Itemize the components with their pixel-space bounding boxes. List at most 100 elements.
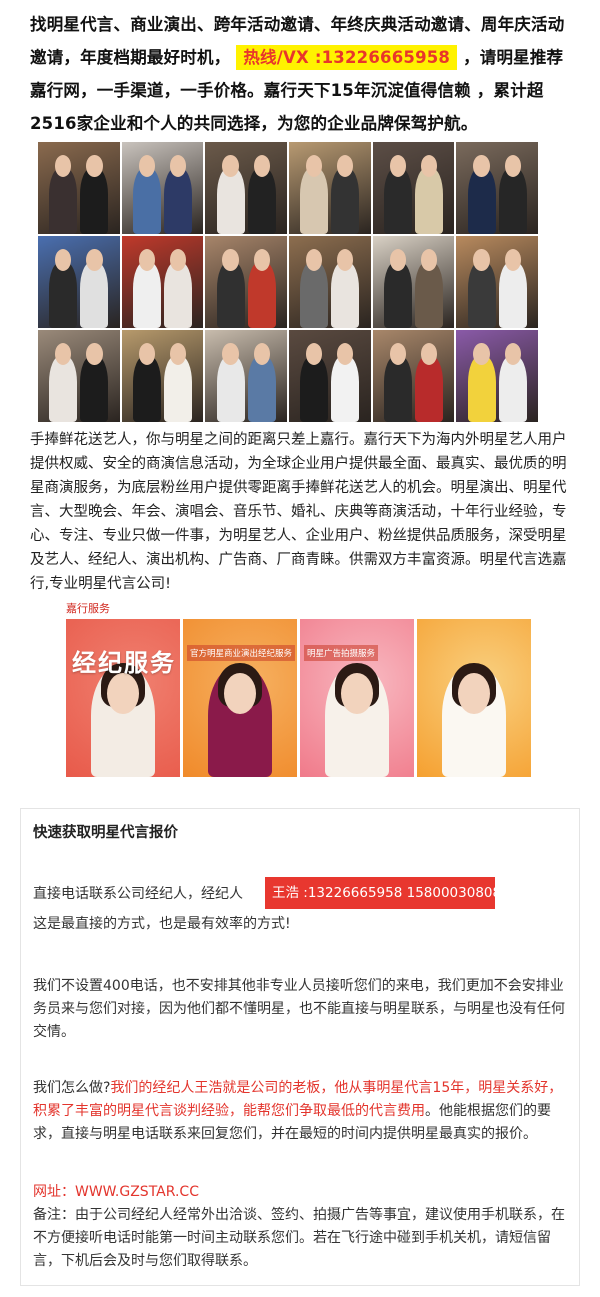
person-figure [49, 167, 78, 234]
person-figure [247, 167, 276, 234]
no-400-paragraph: 我们不设置400电话，也不安排其他非专业人员接听您们的来电，我们更加不会安排业务… [33, 978, 565, 1040]
website-link[interactable]: 网址：WWW.GZSTAR.CC [33, 1181, 573, 1204]
celebrity-photo [38, 330, 120, 422]
model-face [341, 672, 373, 714]
person-figure [80, 167, 109, 234]
how-we-do-paragraph: 我们怎么做?我们的经纪人王浩就是公司的老板，他从事明星代言15年，明星关系好，积… [33, 1077, 573, 1146]
person-head [389, 248, 407, 271]
service-title: 经纪服务 [72, 649, 176, 677]
person-figure [49, 355, 78, 422]
person-head [389, 154, 407, 177]
celebrity-photo [205, 236, 287, 328]
service-subtitle: 明星广告拍摄服务 [304, 645, 379, 661]
celebrity-photo [205, 330, 287, 422]
person-figure [498, 355, 527, 422]
celebrity-photo [288, 236, 371, 328]
person-figure [216, 167, 245, 234]
person-figure [164, 355, 192, 422]
person-figure [415, 167, 443, 234]
service-subtitle: 官方明星商业演出经纪服务 [187, 645, 296, 661]
celebrity-photo [456, 236, 538, 328]
person-figure [467, 167, 496, 234]
person-figure [384, 355, 412, 422]
person-head [138, 154, 156, 177]
person-figure [300, 261, 329, 328]
person-figure [331, 355, 360, 422]
model-face [224, 672, 256, 714]
direct-line: 这是最直接的方式，也是最有效率的方式! [33, 916, 291, 932]
person-figure [80, 261, 109, 328]
person-head [504, 154, 521, 177]
person-figure [133, 355, 161, 422]
person-head [222, 154, 239, 177]
person-head [504, 342, 521, 365]
service-card[interactable]: 经纪服务 [66, 619, 180, 777]
person-figure [247, 355, 276, 422]
celebrity-photo [121, 330, 204, 422]
person-figure [331, 261, 360, 328]
service-card[interactable]: 明星广告拍摄服务 [300, 619, 414, 777]
celebrity-photo [38, 142, 120, 234]
person-head [86, 248, 103, 271]
person-figure [216, 261, 245, 328]
person-figure [300, 355, 329, 422]
person-figure [133, 167, 161, 234]
person-figure [384, 261, 412, 328]
celebrity-photo [372, 142, 455, 234]
celebrity-photo-grid [38, 142, 538, 422]
person-figure [331, 167, 360, 234]
quote-panel: 快速获取明星代言报价 直接电话联系公司经纪人，经纪人 王浩 :132266659… [20, 808, 580, 1286]
person-head [169, 342, 187, 365]
celebrity-photo [288, 142, 371, 234]
person-head [420, 342, 438, 365]
person-head [253, 154, 270, 177]
celebrity-photo [372, 330, 455, 422]
person-head [138, 248, 156, 271]
person-figure [300, 167, 329, 234]
agent-phone-badge: 王浩 :13226665958 15800030808 [265, 877, 501, 909]
person-head [169, 248, 187, 271]
how-question: 我们怎么做? [33, 1080, 111, 1096]
person-head [504, 248, 521, 271]
celebrity-photo [205, 142, 287, 234]
person-head [389, 342, 407, 365]
celebrity-photo [121, 236, 204, 328]
person-figure [133, 261, 161, 328]
person-head [420, 248, 438, 271]
person-head [473, 248, 490, 271]
service-card[interactable] [417, 619, 531, 777]
company-description: 手捧鲜花送艺人，你与明星之间的距离只差上嘉行。嘉行天下为海内外明星艺人用户提供权… [30, 432, 567, 592]
person-figure [216, 355, 245, 422]
model-face [107, 672, 139, 714]
model-face [458, 672, 490, 714]
celebrity-photo [456, 330, 538, 422]
person-figure [164, 261, 192, 328]
person-figure [384, 167, 412, 234]
services-banner-row: 经纪服务 官方明星商业演出经纪服务 明星广告拍摄服务 [66, 619, 531, 777]
person-head [138, 342, 156, 365]
celebrity-photo [456, 142, 538, 234]
person-head [473, 154, 490, 177]
person-head [253, 248, 270, 271]
person-figure [467, 261, 496, 328]
person-head [222, 342, 239, 365]
person-figure [498, 261, 527, 328]
person-head [86, 154, 103, 177]
person-head [420, 154, 438, 177]
service-card[interactable]: 官方明星商业演出经纪服务 [183, 619, 297, 777]
celebrity-photo [121, 142, 204, 234]
person-figure [247, 261, 276, 328]
person-head [473, 342, 490, 365]
person-head [222, 248, 239, 271]
person-head [253, 342, 270, 365]
celebrity-photo [372, 236, 455, 328]
person-head [169, 154, 187, 177]
hotline-highlight: 热线/VX :13226665958 [236, 45, 458, 70]
celebrity-photo [288, 330, 371, 422]
note-paragraph: 备注：由于公司经纪人经常外出洽谈、签约、拍摄广告等事宜，建议使用手机联系，在不方… [33, 1207, 565, 1269]
person-figure [498, 167, 527, 234]
person-figure [415, 261, 443, 328]
person-figure [49, 261, 78, 328]
person-figure [80, 355, 109, 422]
person-figure [164, 167, 192, 234]
